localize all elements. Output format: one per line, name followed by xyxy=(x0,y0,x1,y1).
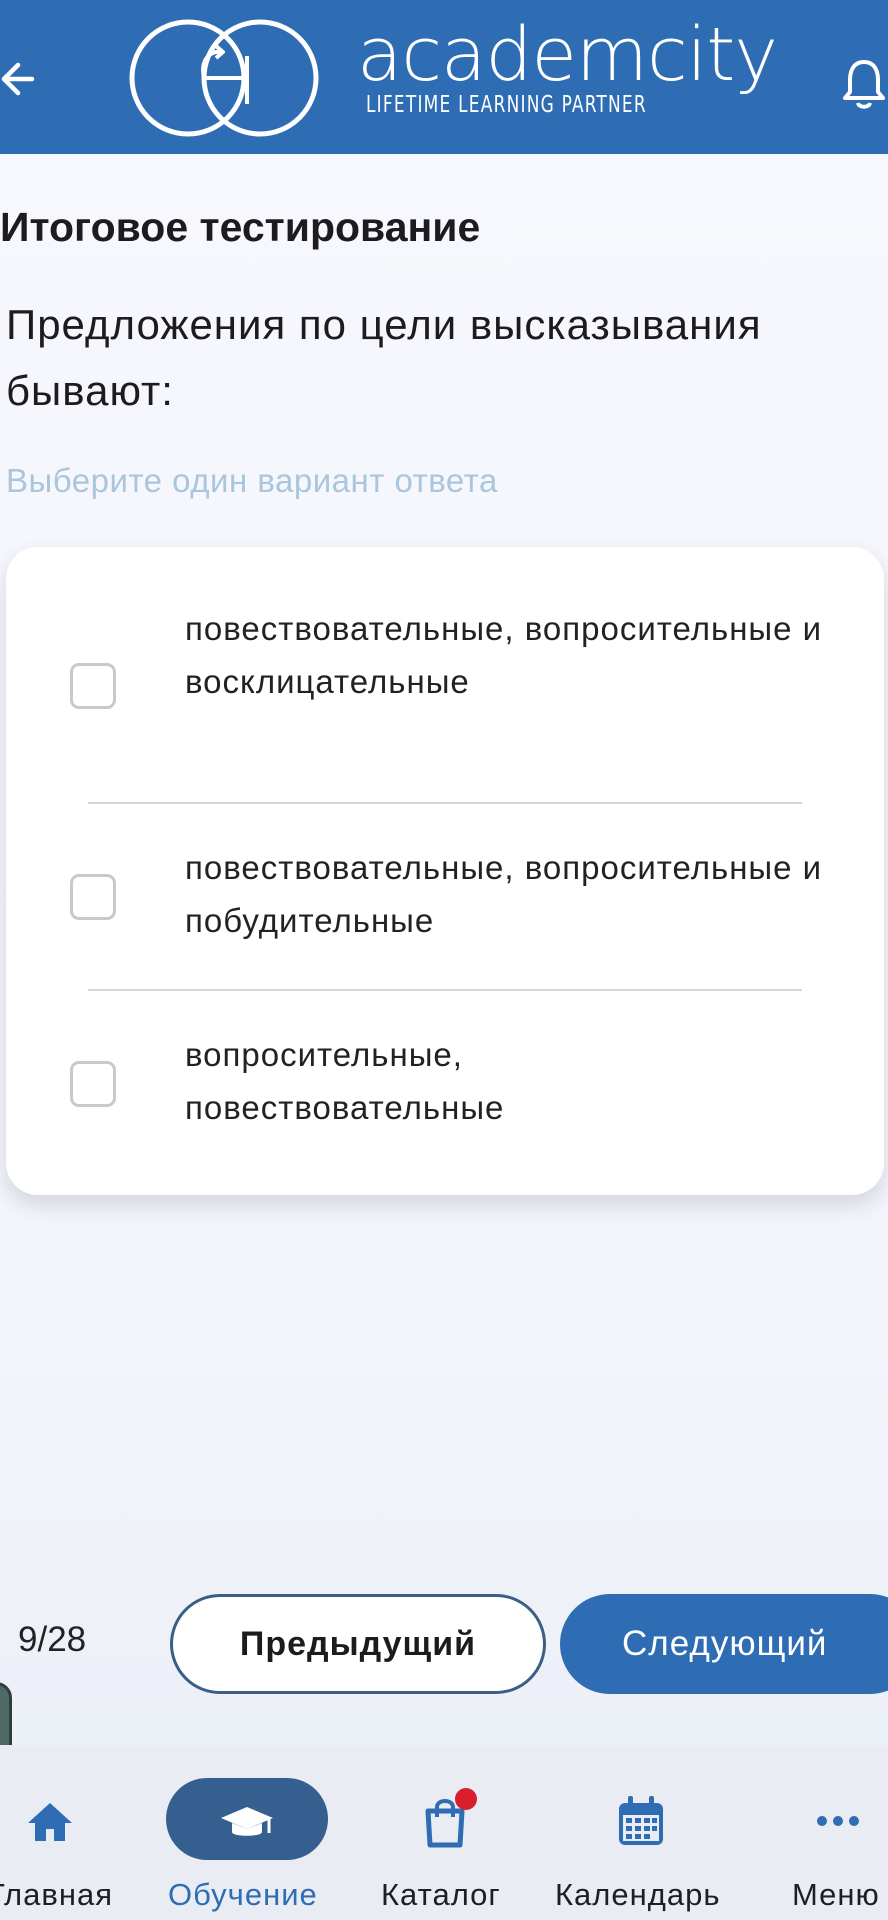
test-screen: academcity LIFETIME LEARNING PARTNER Ито… xyxy=(0,0,888,1920)
question-counter: 9/28 xyxy=(18,1620,87,1659)
bottom-nav: Главная Обучение Каталог Календарь Меню xyxy=(0,1745,888,1920)
nav-item-learning[interactable]: Обучение xyxy=(150,1745,344,1920)
next-button-label: Следующий xyxy=(622,1624,828,1663)
nav-item-menu[interactable]: Меню xyxy=(760,1745,888,1920)
nav-item-calendar[interactable]: Календарь xyxy=(550,1745,730,1920)
brand-tagline: LIFETIME LEARNING PARTNER xyxy=(366,92,647,118)
back-button[interactable] xyxy=(0,56,40,102)
bell-icon xyxy=(843,60,885,109)
notifications-button[interactable] xyxy=(842,56,886,112)
nav-label-home: Главная xyxy=(0,1877,113,1912)
more-dots-icon xyxy=(817,1816,859,1826)
answer-text: повествовательные, вопросительные и воск… xyxy=(185,610,823,700)
home-icon xyxy=(28,1803,72,1841)
answer-checkbox[interactable] xyxy=(70,663,116,709)
answer-checkbox[interactable] xyxy=(70,1061,116,1107)
next-button[interactable]: Следующий xyxy=(560,1594,888,1694)
nav-label-calendar: Календарь xyxy=(555,1877,721,1912)
previous-button-label: Предыдущий xyxy=(239,1624,477,1663)
nav-label-learning: Обучение xyxy=(168,1877,318,1912)
graduation-cap-icon xyxy=(221,1807,273,1836)
answer-option[interactable]: повествовательные, вопросительные и воск… xyxy=(6,547,884,803)
answer-checkbox[interactable] xyxy=(70,874,116,920)
calendar-icon xyxy=(619,1796,663,1845)
answer-option[interactable]: повествовательные, вопросительные и побу… xyxy=(6,804,884,990)
nav-item-catalog[interactable]: Каталог xyxy=(370,1745,520,1920)
nav-label-catalog: Каталог xyxy=(381,1877,501,1912)
answer-option[interactable]: вопросительные, повествовательные xyxy=(6,991,884,1195)
question-text: Предложения по цели высказывания бывают: xyxy=(6,301,762,414)
previous-button[interactable]: Предыдущий xyxy=(170,1594,546,1694)
answer-text: вопросительные, повествовательные xyxy=(185,1036,505,1126)
nav-item-home[interactable]: Главная xyxy=(0,1745,130,1920)
nav-label-menu: Меню xyxy=(792,1877,880,1912)
catalog-badge xyxy=(455,1788,477,1810)
app-header: academcity LIFETIME LEARNING PARTNER xyxy=(0,0,888,154)
answer-text: повествовательные, вопросительные и побу… xyxy=(185,849,823,939)
brand-name: academcity xyxy=(357,12,778,98)
arrow-left-icon xyxy=(1,62,35,96)
answers-card: повествовательные, вопросительные и воск… xyxy=(6,547,884,1195)
test-title: Итоговое тестирование xyxy=(0,204,481,250)
answer-hint: Выберите один вариант ответа xyxy=(6,462,498,499)
academcity-logo-icon xyxy=(129,19,319,137)
